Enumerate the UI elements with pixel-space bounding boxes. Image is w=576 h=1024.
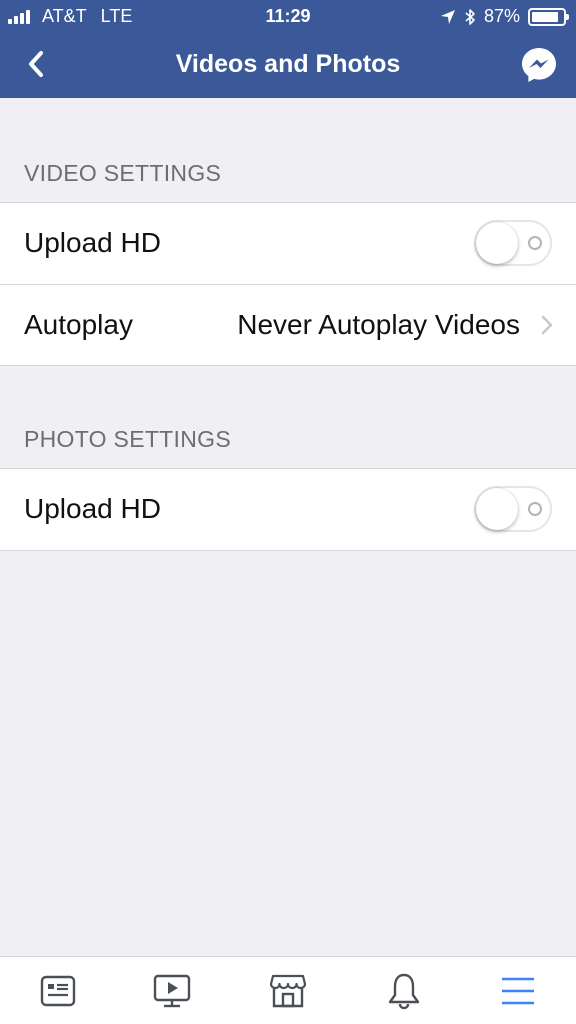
battery-icon bbox=[528, 7, 569, 26]
video-upload-hd-label: Upload HD bbox=[24, 227, 161, 258]
video-settings-group: Upload HD Autoplay Never Autoplay Videos bbox=[0, 202, 576, 366]
location-arrow-icon bbox=[440, 9, 455, 24]
tab-news-feed[interactable] bbox=[38, 971, 78, 1011]
marketplace-icon bbox=[269, 974, 307, 1008]
tab-bar bbox=[0, 956, 576, 1024]
toggle-off-indicator bbox=[528, 502, 542, 516]
menu-icon bbox=[502, 977, 534, 1005]
autoplay-label: Autoplay bbox=[24, 309, 133, 340]
news-feed-icon bbox=[40, 975, 76, 1007]
video-settings-header: VIDEO SETTINGS bbox=[24, 160, 222, 186]
photo-settings-header: PHOTO SETTINGS bbox=[24, 426, 231, 452]
chevron-right-icon bbox=[541, 315, 553, 335]
toggle-knob bbox=[476, 488, 518, 530]
tab-menu[interactable] bbox=[498, 971, 538, 1011]
navigation-bar: Videos and Photos bbox=[0, 34, 576, 98]
autoplay-value: Never Autoplay Videos bbox=[237, 309, 520, 340]
messenger-button[interactable] bbox=[520, 46, 558, 84]
page-title: Videos and Photos bbox=[175, 50, 401, 78]
photo-upload-hd-label: Upload HD bbox=[24, 493, 161, 524]
tab-notifications[interactable] bbox=[384, 971, 424, 1011]
autoplay-row[interactable]: Autoplay Never Autoplay Videos bbox=[0, 284, 576, 365]
video-icon bbox=[153, 974, 191, 1008]
bluetooth-icon bbox=[465, 8, 475, 25]
video-upload-hd-row[interactable]: Upload HD bbox=[0, 203, 576, 284]
notifications-bell-icon bbox=[388, 973, 420, 1010]
toggle-off-indicator bbox=[528, 236, 542, 250]
battery-percent: 87% bbox=[483, 6, 520, 26]
status-right: 87% bbox=[440, 6, 569, 27]
status-bar: AT&T LTE 11:29 87% bbox=[0, 0, 576, 34]
photo-settings-group: Upload HD bbox=[0, 468, 576, 551]
tab-video[interactable] bbox=[152, 971, 192, 1011]
toggle-knob bbox=[476, 222, 518, 264]
top-bar: AT&T LTE 11:29 87% Videos and Photos bbox=[0, 0, 576, 98]
tab-marketplace[interactable] bbox=[268, 971, 308, 1011]
photo-upload-hd-toggle[interactable] bbox=[474, 486, 552, 532]
video-upload-hd-toggle[interactable] bbox=[474, 220, 552, 266]
messenger-icon bbox=[522, 48, 556, 82]
photo-upload-hd-row[interactable]: Upload HD bbox=[0, 469, 576, 550]
